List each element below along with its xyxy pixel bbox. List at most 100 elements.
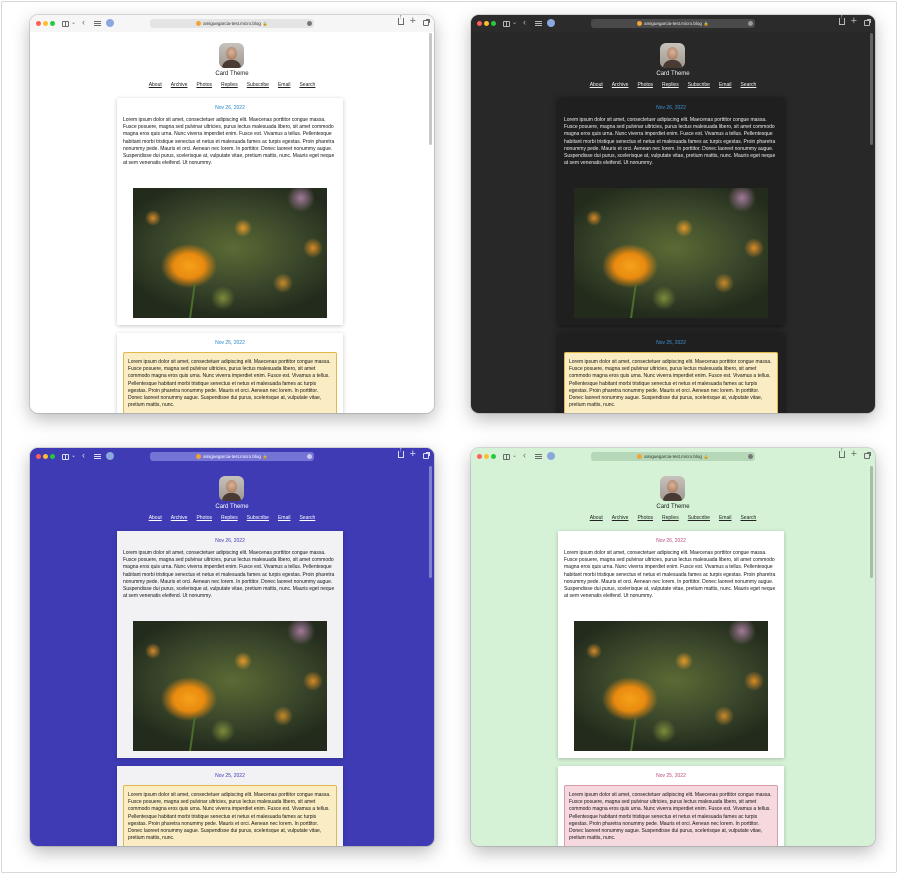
address-bar[interactable]: amiguegarcia-test.micro.blog 🔒 [591,452,755,461]
share-icon[interactable] [839,448,845,458]
nav-link-subscribe[interactable]: Subscribe [688,515,710,521]
nav-link-email[interactable]: Email [719,515,732,521]
avatar[interactable] [219,476,244,501]
post-date-link[interactable]: Nov 25, 2022 [117,773,343,779]
share-icon[interactable] [398,15,404,25]
post-date-link[interactable]: Nov 26, 2022 [117,538,343,544]
scrollbar[interactable] [429,33,432,145]
back-arrow-icon[interactable]: ‹ [523,451,526,460]
post-date-link[interactable]: Nov 26, 2022 [558,538,784,544]
nav-link-photos[interactable]: Photos [196,515,212,521]
nav-link-about[interactable]: About [590,515,603,521]
reload-icon[interactable] [307,454,312,459]
scrollbar[interactable] [429,466,432,578]
reload-icon[interactable] [307,21,312,26]
nav-link-replies[interactable]: Replies [662,515,679,521]
nav-link-email[interactable]: Email [278,82,291,88]
close-window-button[interactable] [36,454,41,459]
sidebar-icon[interactable] [62,454,69,460]
nav-link-about[interactable]: About [149,82,162,88]
nav-link-about[interactable]: About [590,82,603,88]
minimize-window-button[interactable] [43,21,48,26]
zoom-window-button[interactable] [491,21,496,26]
close-window-button[interactable] [477,454,482,459]
chevron-down-icon[interactable]: ⌄ [512,452,517,461]
zoom-window-button[interactable] [50,454,55,459]
nav-link-email[interactable]: Email [719,82,732,88]
post-date-link[interactable]: Nov 25, 2022 [558,340,784,346]
share-icon[interactable] [839,15,845,25]
new-tab-icon[interactable]: + [851,16,857,27]
tab-overview-icon[interactable] [535,21,542,26]
sidebar-icon[interactable] [503,454,510,460]
post-date-link[interactable]: Nov 26, 2022 [117,105,343,111]
nav-link-search[interactable]: Search [740,515,756,521]
sidebar-icon[interactable] [503,21,510,27]
address-bar[interactable]: amiguegarcia-test.micro.blog 🔒 [591,19,755,28]
close-window-button[interactable] [36,21,41,26]
nav-link-search[interactable]: Search [740,82,756,88]
back-arrow-icon[interactable]: ‹ [82,18,85,27]
globe-icon[interactable] [106,19,114,27]
chevron-down-icon[interactable]: ⌄ [71,452,76,461]
nav-link-subscribe[interactable]: Subscribe [247,515,269,521]
site-title[interactable]: Card Theme [30,71,434,77]
nav-link-archive[interactable]: Archive [612,82,629,88]
nav-link-about[interactable]: About [149,515,162,521]
post-date-link[interactable]: Nov 25, 2022 [558,773,784,779]
reload-icon[interactable] [748,21,753,26]
tab-overview-icon[interactable] [535,454,542,459]
globe-icon[interactable] [547,452,555,460]
nav-link-subscribe[interactable]: Subscribe [688,82,710,88]
minimize-window-button[interactable] [484,21,489,26]
chevron-down-icon[interactable]: ⌄ [71,19,76,28]
tabs-icon[interactable] [423,453,429,459]
back-arrow-icon[interactable]: ‹ [82,451,85,460]
zoom-window-button[interactable] [50,21,55,26]
scrollbar[interactable] [870,33,873,145]
share-icon[interactable] [398,448,404,458]
avatar[interactable] [219,43,244,68]
avatar[interactable] [660,43,685,68]
tab-overview-icon[interactable] [94,454,101,459]
nav-link-archive[interactable]: Archive [171,82,188,88]
address-bar[interactable]: amiguegarcia-test.micro.blog 🔒 [150,19,314,28]
nav-link-replies[interactable]: Replies [221,82,238,88]
post-photo[interactable] [133,621,327,751]
chevron-down-icon[interactable]: ⌄ [512,19,517,28]
back-arrow-icon[interactable]: ‹ [523,18,526,27]
tabs-icon[interactable] [864,20,870,26]
site-title[interactable]: Card Theme [471,71,875,77]
tab-overview-icon[interactable] [94,21,101,26]
nav-link-replies[interactable]: Replies [221,515,238,521]
sidebar-icon[interactable] [62,21,69,27]
nav-link-search[interactable]: Search [299,82,315,88]
nav-link-search[interactable]: Search [299,515,315,521]
new-tab-icon[interactable]: + [851,449,857,460]
new-tab-icon[interactable]: + [410,16,416,27]
tabs-icon[interactable] [423,20,429,26]
new-tab-icon[interactable]: + [410,449,416,460]
post-photo[interactable] [574,621,768,751]
nav-link-subscribe[interactable]: Subscribe [247,82,269,88]
scrollbar[interactable] [870,466,873,578]
address-bar[interactable]: amiguegarcia-test.micro.blog 🔒 [150,452,314,461]
tabs-icon[interactable] [864,453,870,459]
nav-link-photos[interactable]: Photos [637,82,653,88]
avatar[interactable] [660,476,685,501]
nav-link-photos[interactable]: Photos [196,82,212,88]
nav-link-archive[interactable]: Archive [612,515,629,521]
zoom-window-button[interactable] [491,454,496,459]
post-date-link[interactable]: Nov 26, 2022 [558,105,784,111]
site-title[interactable]: Card Theme [471,504,875,510]
nav-link-archive[interactable]: Archive [171,515,188,521]
site-title[interactable]: Card Theme [30,504,434,510]
nav-link-photos[interactable]: Photos [637,515,653,521]
minimize-window-button[interactable] [43,454,48,459]
minimize-window-button[interactable] [484,454,489,459]
globe-icon[interactable] [547,19,555,27]
reload-icon[interactable] [748,454,753,459]
nav-link-email[interactable]: Email [278,515,291,521]
post-photo[interactable] [133,188,327,318]
globe-icon[interactable] [106,452,114,460]
